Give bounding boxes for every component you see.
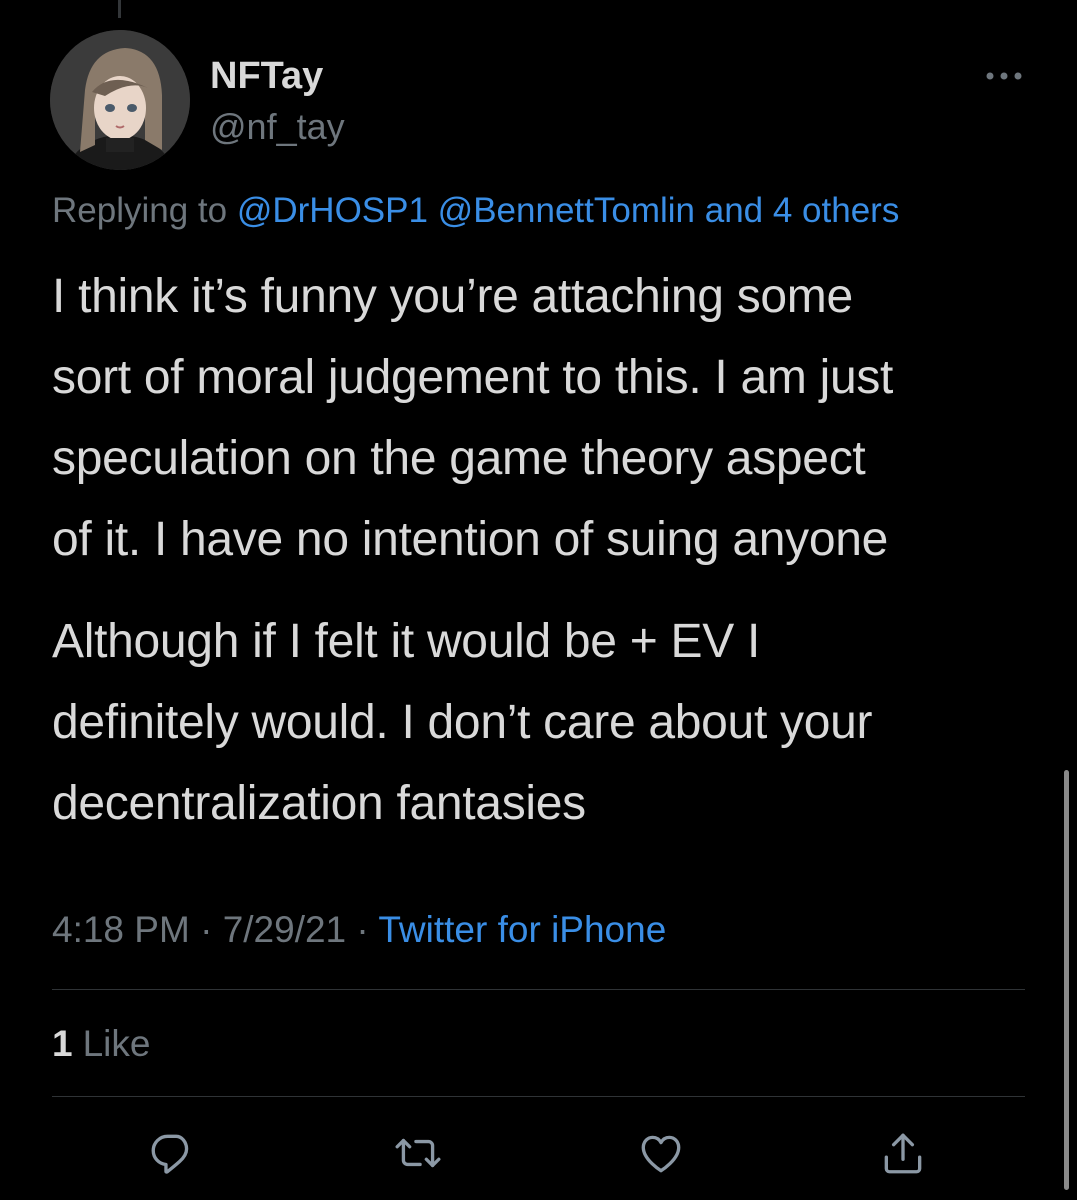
retweet-button[interactable] [393,1128,443,1178]
replying-to-label: Replying to [52,191,228,230]
tweet-source-link[interactable]: Twitter for iPhone [378,909,666,950]
avatar-image [50,30,190,170]
like-button[interactable] [636,1128,686,1178]
divider [52,989,1025,990]
tweet-time[interactable]: 4:18 PM [52,909,190,950]
share-icon [884,1133,922,1174]
meta-separator: · [200,909,213,950]
like-heart-icon [641,1135,681,1173]
like-count: 1 [52,1023,73,1064]
reply-icon [151,1134,189,1174]
like-label: Like [82,1023,151,1064]
reply-mentions-link[interactable]: @DrHOSP1 @BennettTomlin and 4 others [237,191,899,230]
tweet-line: I think it’s funny you’re attaching some [52,270,853,323]
likes-stat[interactable]: 1 Like [52,1020,150,1068]
thread-connector-line [118,0,121,18]
user-handle[interactable]: @nf_tay [210,104,345,150]
tweet-line: Although if I felt it would be + EV I [52,615,760,668]
tweet-metadata: 4:18 PM · 7/29/21 · Twitter for iPhone [52,906,666,954]
reply-button[interactable] [147,1128,197,1178]
scrollbar-thumb[interactable] [1064,770,1069,1190]
tweet-line: sort of moral judgement to this. I am ju… [52,351,894,404]
more-horizontal-icon [986,72,1022,80]
divider [52,1096,1025,1097]
tweet-line: definitely would. I don’t care about you… [52,696,873,749]
retweet-icon [395,1138,441,1168]
avatar[interactable] [50,30,190,170]
tweet-line: of it. I have no intention of suing anyo… [52,513,889,566]
tweet-line: speculation on the game theory aspect [52,432,866,485]
display-name[interactable]: NFTay [210,52,323,100]
replying-to: Replying to @DrHOSP1 @BennettTomlin and … [52,188,899,234]
tweet-text: I think it’s funny you’re attaching some… [52,256,1042,844]
tweet-line: decentralization fantasies [52,777,586,830]
share-button[interactable] [878,1128,928,1178]
tweet-date[interactable]: 7/29/21 [223,909,346,950]
more-options-button[interactable] [980,58,1028,94]
meta-separator: · [356,909,369,950]
